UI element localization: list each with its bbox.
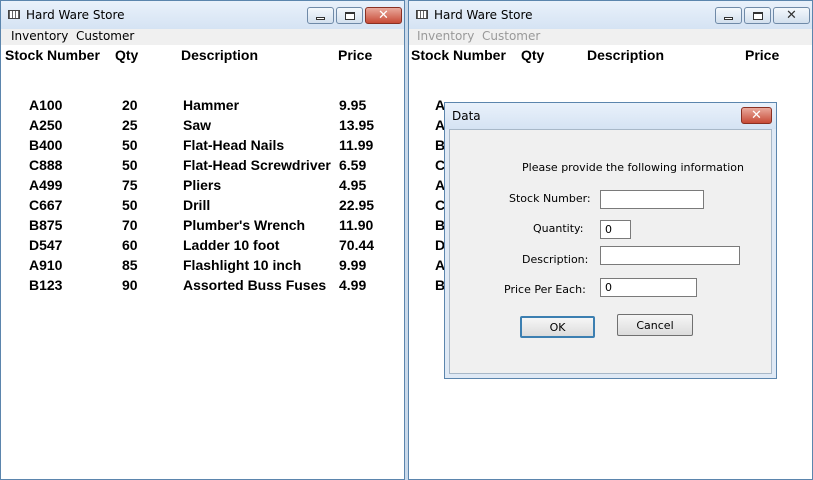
header-price: Price bbox=[745, 47, 780, 63]
quantity-label: Quantity: bbox=[533, 222, 584, 235]
cell-stock-number: C667 bbox=[29, 197, 63, 213]
menu-inventory[interactable]: Inventory bbox=[11, 29, 68, 43]
cell-stock-number: A250 bbox=[29, 117, 63, 133]
cell-description: Flat-Head Screwdriver bbox=[183, 157, 331, 173]
cell-price: 9.95 bbox=[339, 97, 367, 113]
cell-description: Flat-Head Nails bbox=[183, 137, 285, 153]
cell-qty: 50 bbox=[122, 157, 138, 173]
dialog-title: Data bbox=[452, 109, 481, 123]
header-qty: Qty bbox=[521, 47, 545, 63]
cell-stock-number: B123 bbox=[29, 277, 63, 293]
cell-qty: 70 bbox=[122, 217, 138, 233]
cell-qty: 50 bbox=[122, 137, 138, 153]
cell-price: 13.95 bbox=[339, 117, 375, 133]
cell-description: Assorted Buss Fuses bbox=[183, 277, 327, 293]
ok-button[interactable]: OK bbox=[520, 316, 595, 338]
cell-price: 22.95 bbox=[339, 197, 375, 213]
cell-stock-number: A100 bbox=[29, 97, 63, 113]
data-dialog: Data ✕ Please provide the following info… bbox=[444, 102, 777, 379]
hardware-store-window-left: Hard Ware Store ✕ Inventory Customer Sto… bbox=[0, 0, 405, 480]
cell-price: 4.95 bbox=[339, 177, 367, 193]
dialog-title-bar[interactable]: Data ✕ bbox=[445, 103, 776, 129]
cell-price: 11.99 bbox=[339, 137, 374, 153]
header-description: Description bbox=[181, 47, 259, 63]
menu-bar: Inventory Customer bbox=[409, 29, 812, 45]
cell-price: 4.99 bbox=[339, 277, 367, 293]
app-icon[interactable] bbox=[416, 10, 428, 19]
cell-price: 11.90 bbox=[339, 217, 374, 233]
price-field[interactable]: 0 bbox=[600, 278, 697, 297]
window-title: Hard Ware Store bbox=[26, 8, 125, 22]
cell-qty: 75 bbox=[122, 177, 138, 193]
cell-stock-number: A499 bbox=[29, 177, 63, 193]
maximize-button[interactable] bbox=[744, 7, 771, 24]
cell-qty: 60 bbox=[122, 237, 138, 253]
maximize-icon bbox=[344, 11, 355, 20]
cell-description: Plumber's Wrench bbox=[183, 217, 306, 233]
price-label: Price Per Each: bbox=[504, 283, 586, 296]
header-stock-number: Stock Number bbox=[5, 47, 100, 63]
minimize-icon bbox=[316, 16, 325, 20]
cell-stock-number: A910 bbox=[29, 257, 63, 273]
dialog-body: Please provide the following information… bbox=[449, 129, 772, 374]
cell-description: Pliers bbox=[183, 177, 222, 193]
header-stock-number: Stock Number bbox=[411, 47, 506, 63]
cell-description: Hammer bbox=[183, 97, 240, 113]
header-price: Price bbox=[338, 47, 373, 63]
cell-description: Ladder 10 foot bbox=[183, 237, 280, 253]
description-field[interactable] bbox=[600, 246, 740, 265]
cell-description: Drill bbox=[183, 197, 211, 213]
cell-price: 70.44 bbox=[339, 237, 375, 253]
close-icon: ✕ bbox=[786, 8, 797, 23]
title-bar[interactable]: Hard Ware Store ✕ bbox=[1, 1, 404, 29]
close-icon: ✕ bbox=[378, 8, 389, 23]
title-bar[interactable]: Hard Ware Store ✕ bbox=[409, 1, 812, 29]
menu-inventory[interactable]: Inventory bbox=[417, 29, 474, 43]
close-icon: ✕ bbox=[751, 108, 762, 123]
stock-number-field[interactable] bbox=[600, 190, 704, 209]
menu-customer[interactable]: Customer bbox=[76, 29, 134, 43]
menu-customer[interactable]: Customer bbox=[482, 29, 540, 43]
minimize-button[interactable] bbox=[307, 7, 334, 24]
maximize-button[interactable] bbox=[336, 7, 363, 24]
minimize-button[interactable] bbox=[715, 7, 742, 24]
cell-price: 9.99 bbox=[339, 257, 367, 273]
dialog-prompt: Please provide the following information bbox=[522, 161, 744, 174]
cell-stock-number: B875 bbox=[29, 217, 63, 233]
quantity-field[interactable]: 0 bbox=[600, 220, 631, 239]
cell-qty: 50 bbox=[122, 197, 138, 213]
stock-number-label: Stock Number: bbox=[509, 192, 591, 205]
cell-description: Saw bbox=[183, 117, 212, 133]
minimize-icon bbox=[724, 16, 733, 20]
cell-stock-number: D547 bbox=[29, 237, 63, 253]
close-button[interactable]: ✕ bbox=[773, 7, 810, 24]
cell-price: 6.59 bbox=[339, 157, 367, 173]
app-icon[interactable] bbox=[8, 10, 20, 19]
cell-qty: 90 bbox=[122, 277, 138, 293]
header-qty: Qty bbox=[115, 47, 139, 63]
description-label: Description: bbox=[522, 253, 589, 266]
cell-qty: 25 bbox=[122, 117, 138, 133]
window-title: Hard Ware Store bbox=[434, 8, 533, 22]
close-button[interactable]: ✕ bbox=[365, 7, 402, 24]
maximize-icon bbox=[752, 11, 763, 20]
header-description: Description bbox=[587, 47, 665, 63]
cell-stock-number: B400 bbox=[29, 137, 63, 153]
cancel-button[interactable]: Cancel bbox=[617, 314, 693, 336]
cell-qty: 20 bbox=[122, 97, 138, 113]
cell-stock-number: C888 bbox=[29, 157, 63, 173]
inventory-list: Stock Number Qty Description Price A100 2… bbox=[1, 45, 404, 479]
dialog-close-button[interactable]: ✕ bbox=[741, 107, 772, 124]
menu-bar: Inventory Customer bbox=[1, 29, 404, 45]
cell-qty: 85 bbox=[122, 257, 138, 273]
cell-description: Flashlight 10 inch bbox=[183, 257, 302, 273]
